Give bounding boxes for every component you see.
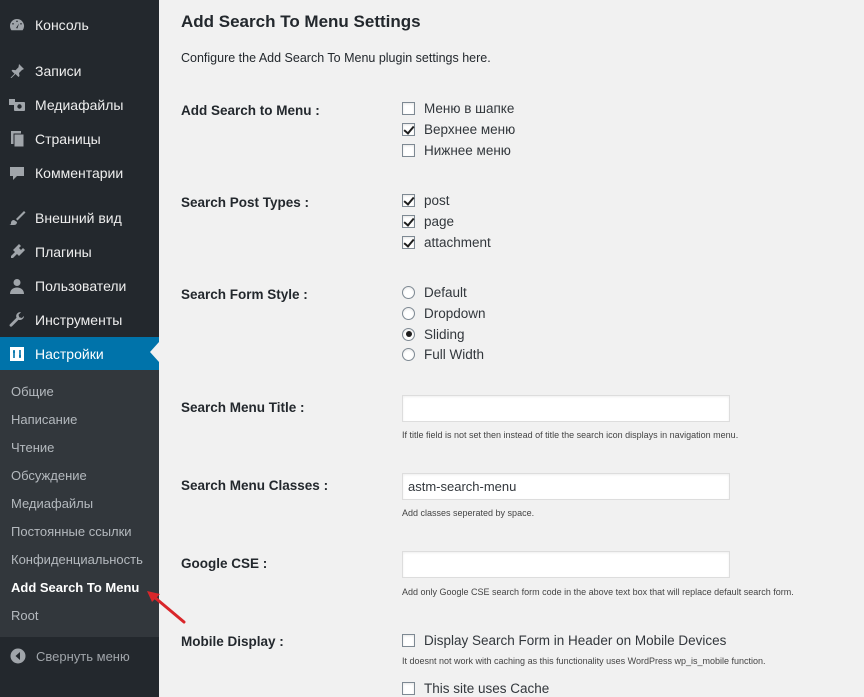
menu-classes-label: Search Menu Classes : — [181, 478, 329, 493]
user-icon — [7, 276, 27, 296]
menu-item-tools[interactable]: Инструменты — [0, 303, 159, 337]
menu-option-header-label: Меню в шапке — [424, 100, 515, 116]
menu-item-label: Комментарии — [35, 165, 124, 181]
submenu-item-reading[interactable]: Чтение — [11, 440, 54, 455]
menu-item-comments[interactable]: Комментарии — [0, 156, 159, 190]
collapse-menu-label: Свернуть меню — [36, 648, 130, 664]
form-style-full-width-label: Full Width — [424, 346, 485, 362]
submenu-item-add-search-to-menu[interactable]: Add Search To Menu — [11, 580, 139, 595]
menu-item-label: Записи — [35, 63, 82, 79]
menu-item-posts[interactable]: Записи — [0, 54, 159, 88]
menu-item-label: Медиафайлы — [35, 97, 124, 113]
menu-item-settings[interactable]: Настройки — [0, 337, 159, 371]
submenu-item-privacy[interactable]: Конфиденциальность — [11, 552, 143, 567]
post-type-post[interactable]: post — [402, 191, 450, 209]
google-cse-input[interactable] — [402, 551, 730, 578]
menu-item-label: Страницы — [35, 131, 101, 147]
menu-item-label: Инструменты — [35, 312, 123, 328]
google-cse-label: Google CSE : — [181, 556, 268, 571]
submenu-item-general[interactable]: Общие — [11, 384, 54, 399]
submenu-item-root[interactable]: Root — [11, 608, 38, 623]
post-type-post-label: post — [424, 192, 450, 208]
admin-sidebar: Консоль Записи Медиафайлы Страницы Комме… — [0, 0, 159, 697]
menu-item-appearance[interactable]: Внешний вид — [0, 201, 159, 235]
form-style-sliding-label: Sliding — [424, 326, 465, 342]
menu-option-footer[interactable]: Нижнее меню — [402, 141, 511, 159]
collapse-arrow-icon — [9, 647, 27, 665]
menu-classes-input[interactable] — [402, 473, 730, 500]
mobile-display-checkbox[interactable] — [402, 633, 415, 647]
menu-item-label: Плагины — [35, 244, 92, 260]
site-cache-checkbox[interactable] — [402, 681, 415, 695]
menu-item-users[interactable]: Пользователи — [0, 269, 159, 303]
active-menu-pointer — [150, 342, 159, 362]
brush-icon — [7, 208, 27, 228]
menu-item-label: Внешний вид — [35, 210, 122, 226]
form-style-full-width-radio[interactable] — [402, 347, 415, 361]
post-type-attachment-label: attachment — [424, 234, 491, 250]
mobile-display-label: Mobile Display : — [181, 634, 284, 649]
menu-title-hint: If title field is not set then instead o… — [402, 430, 739, 440]
menu-option-footer-label: Нижнее меню — [424, 142, 511, 158]
dashboard-icon — [7, 15, 27, 35]
form-style-label: Search Form Style : — [181, 287, 308, 302]
menu-option-header-checkbox[interactable] — [402, 101, 415, 115]
menu-option-top[interactable]: Верхнее меню — [402, 120, 515, 138]
submenu-item-writing[interactable]: Написание — [11, 412, 77, 427]
post-types-label: Search Post Types : — [181, 195, 310, 210]
site-cache-label: This site uses Cache — [424, 680, 550, 696]
menu-option-footer-checkbox[interactable] — [402, 143, 415, 157]
form-style-dropdown[interactable]: Dropdown — [402, 304, 486, 322]
post-type-page[interactable]: page — [402, 212, 454, 230]
form-style-full-width[interactable]: Full Width — [402, 345, 484, 363]
post-type-page-checkbox[interactable] — [402, 214, 415, 228]
menu-option-header[interactable]: Меню в шапке — [402, 99, 514, 117]
menu-option-top-label: Верхнее меню — [424, 121, 516, 137]
post-type-attachment[interactable]: attachment — [402, 233, 491, 251]
add-to-menu-label: Add Search to Menu : — [181, 103, 320, 118]
page-description: Configure the Add Search To Menu plugin … — [181, 51, 491, 65]
menu-item-label: Пользователи — [35, 278, 127, 294]
settings-icon — [7, 344, 27, 364]
menu-item-plugins[interactable]: Плагины — [0, 235, 159, 269]
form-style-dropdown-radio[interactable] — [402, 306, 415, 320]
comment-icon — [7, 163, 27, 183]
post-type-post-checkbox[interactable] — [402, 193, 415, 207]
menu-classes-hint: Add classes seperated by space. — [402, 508, 535, 518]
menu-title-input[interactable] — [402, 395, 730, 422]
pin-icon — [7, 61, 27, 81]
pages-icon — [7, 129, 27, 149]
submenu-item-permalinks[interactable]: Постоянные ссылки — [11, 524, 132, 539]
menu-item-dashboard[interactable]: Консоль — [0, 8, 159, 42]
settings-page: Add Search To Menu Settings Configure th… — [159, 0, 864, 697]
settings-submenu: Общие Написание Чтение Обсуждение Медиаф… — [0, 370, 159, 637]
submenu-item-discussion[interactable]: Обсуждение — [11, 468, 87, 483]
mobile-display-option[interactable]: Display Search Form in Header on Mobile … — [402, 631, 726, 649]
plug-icon — [7, 242, 27, 262]
menu-item-pages[interactable]: Страницы — [0, 122, 159, 156]
media-icon — [7, 95, 27, 115]
form-style-sliding[interactable]: Sliding — [402, 325, 465, 343]
submenu-item-media[interactable]: Медиафайлы — [11, 496, 93, 511]
post-type-attachment-checkbox[interactable] — [402, 235, 415, 249]
mobile-display-hint: It doesnt not work with caching as this … — [402, 656, 766, 666]
form-style-default-label: Default — [424, 284, 467, 300]
menu-option-top-checkbox[interactable] — [402, 122, 415, 136]
menu-item-label: Консоль — [35, 17, 89, 33]
site-cache-option[interactable]: This site uses Cache — [402, 679, 549, 697]
google-cse-hint: Add only Google CSE search form code in … — [402, 587, 794, 597]
form-style-default-radio[interactable] — [402, 285, 415, 299]
mobile-display-option-label: Display Search Form in Header on Mobile … — [424, 632, 727, 648]
menu-item-label: Настройки — [35, 346, 104, 362]
menu-item-media[interactable]: Медиафайлы — [0, 88, 159, 122]
form-style-dropdown-label: Dropdown — [424, 305, 486, 321]
page-title: Add Search To Menu Settings — [181, 12, 421, 31]
menu-title-label: Search Menu Title : — [181, 400, 305, 415]
form-style-default[interactable]: Default — [402, 283, 467, 301]
form-style-sliding-radio[interactable] — [402, 327, 415, 341]
wrench-icon — [7, 310, 27, 330]
collapse-menu-button[interactable]: Свернуть меню — [0, 640, 159, 672]
post-type-page-label: page — [424, 213, 455, 229]
